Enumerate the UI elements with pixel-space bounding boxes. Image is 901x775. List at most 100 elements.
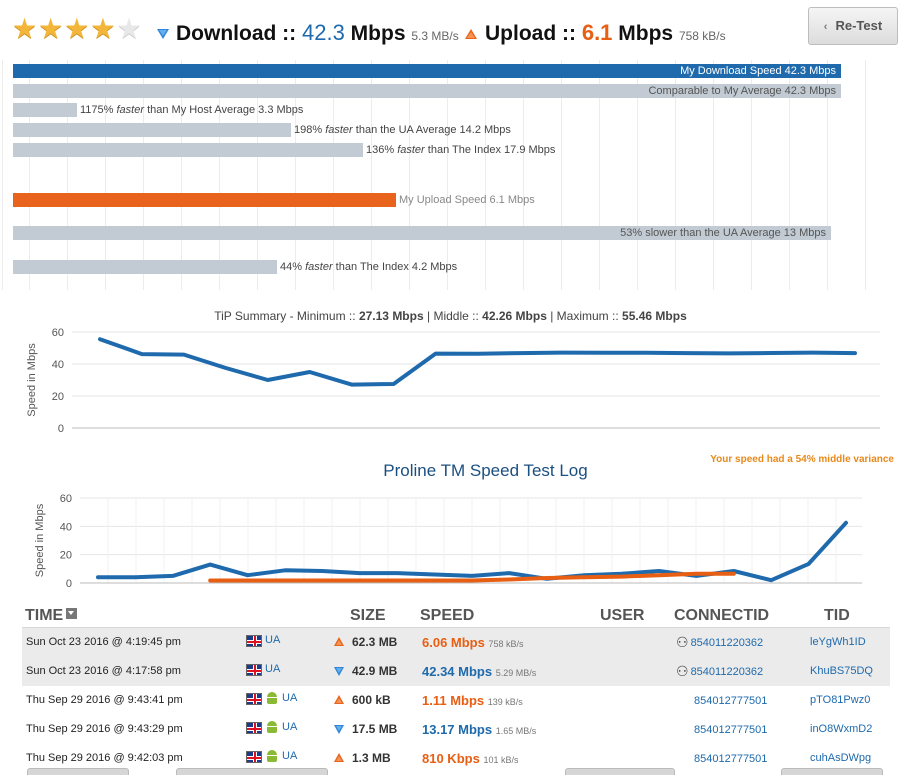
star-icon: ★ [12, 13, 38, 44]
download-value: 42.3 [302, 20, 345, 45]
y-tick-label: 0 [58, 423, 64, 435]
comparison-bars: My Download Speed 42.3 Mbps Comparable t… [0, 60, 901, 290]
download-bytes: 5.3 MB/s [411, 29, 459, 43]
header-time[interactable]: TIME [25, 607, 78, 625]
row-direction [333, 694, 345, 710]
tip-summary-chart: 0 20 40 60 Speed in Mbps [0, 322, 901, 442]
download-label: Download :: [176, 22, 297, 45]
header-user[interactable]: USER [600, 607, 644, 625]
row-tid[interactable]: pTO81Pwz0 [810, 694, 870, 707]
user-icon: ⚇ [676, 662, 689, 679]
footer-tab[interactable] [27, 768, 129, 775]
header-connectid[interactable]: CONNECTID [674, 607, 769, 625]
tip-summary-title: TiP Summary - Minimum :: 27.13 Mbps | Mi… [214, 309, 687, 323]
row-location: UA [246, 750, 297, 763]
row-speed: 42.34 Mbps 5.29 MB/s [422, 664, 537, 679]
row-speed: 6.06 Mbps 758 kB/s [422, 635, 524, 650]
row-size: 62.3 MB [352, 635, 398, 649]
y-tick-label: 60 [52, 327, 64, 339]
speed-log-svg: 0 20 40 60 Speed in Mbps [34, 493, 862, 590]
series-line [98, 337, 857, 387]
y-tick-label: 20 [60, 550, 72, 562]
rating-stars: ★ ★ ★ ★ ★ [12, 14, 142, 44]
header-tid[interactable]: TID [824, 607, 850, 625]
row-time: Sun Oct 23 2016 @ 4:17:58 pm [26, 665, 181, 677]
row-connectid[interactable]: ⚇ 854011220362 [676, 662, 763, 679]
download-bar-my: My Download Speed 42.3 Mbps [13, 64, 841, 78]
star-icon: ★ [64, 13, 90, 44]
row-country[interactable]: UA [282, 692, 297, 705]
footer-tab[interactable] [176, 768, 328, 775]
table-row: Sun Oct 23 2016 @ 4:17:58 pm UA 42.9 MB 42.… [22, 657, 890, 686]
table-row: Thu Sep 29 2016 @ 9:43:29 pm UA 17.5 MB 13.… [22, 715, 890, 744]
row-tid[interactable]: inO8WxmD2 [810, 723, 872, 736]
upload-summary: Upload :: 6.1 Mbps 758 kB/s [485, 20, 726, 46]
bar-fill [13, 123, 291, 137]
row-bytes: 758 kB/s [488, 639, 524, 649]
upload-arrow-icon [334, 637, 344, 646]
row-time: Thu Sep 29 2016 @ 9:43:41 pm [26, 694, 183, 706]
row-location: UA [246, 721, 297, 734]
bar-label: 136% faster than The Index 17.9 Mbps [366, 144, 556, 156]
star-empty-icon: ★ [116, 13, 142, 44]
row-tid[interactable]: leYgWh1ID [810, 636, 866, 649]
row-speed: 13.17 Mbps 1.65 MB/s [422, 722, 537, 737]
table-row: Thu Sep 29 2016 @ 9:43:41 pm UA 600 kB 1.11… [22, 686, 890, 715]
y-axis-label: Speed in Mbps [34, 503, 46, 577]
row-country[interactable]: UA [265, 663, 280, 676]
bar-fill [13, 103, 77, 117]
uk-flag-icon [246, 692, 262, 705]
row-tid[interactable]: cuhAsDWpg [810, 752, 871, 765]
row-location: UA [246, 663, 280, 676]
row-direction [333, 723, 345, 739]
row-speed: 810 Kbps 101 kB/s [422, 751, 519, 766]
row-size: 17.5 MB [352, 722, 398, 736]
speed-log-chart: 0 20 40 60 Speed in Mbps [0, 488, 901, 598]
row-connectid[interactable]: ⚇ 854011220362 [676, 633, 763, 650]
row-location: UA [246, 692, 297, 705]
y-tick-label: 20 [52, 391, 64, 403]
upload-arrow-icon [465, 29, 477, 39]
row-country[interactable]: UA [265, 634, 280, 647]
download-arrow-icon [334, 667, 344, 676]
y-tick-label: 40 [52, 359, 64, 371]
download-arrow-icon [157, 29, 169, 39]
sort-dropdown-icon[interactable] [66, 608, 78, 619]
upload-bytes: 758 kB/s [678, 29, 726, 43]
bar-label: My Download Speed 42.3 Mbps [680, 65, 836, 77]
row-connectid[interactable]: 854012777501 [676, 749, 767, 766]
row-size: 1.3 MB [352, 751, 391, 765]
header-size[interactable]: SIZE [350, 607, 386, 625]
row-tid[interactable]: KhuBS75DQ [810, 665, 873, 678]
upload-arrow-icon [334, 753, 344, 762]
bar-label: 198% faster than the UA Average 14.2 Mbp… [294, 124, 511, 136]
footer-tab[interactable] [781, 768, 883, 775]
bar-label: Comparable to My Average 42.3 Mbps [648, 85, 836, 97]
bar-label: 53% slower than the UA Average 13 Mbps [620, 227, 826, 239]
upload-bar-index: 44% faster than The Index 4.2 Mbps [13, 260, 457, 274]
table-header: TIME SIZE SPEED USER CONNECTID TID [22, 604, 890, 628]
footer-tab[interactable] [565, 768, 675, 775]
row-bytes: 1.65 MB/s [495, 726, 537, 736]
tip-summary-svg: 0 20 40 60 Speed in Mbps [26, 327, 880, 435]
header-speed[interactable]: SPEED [420, 607, 474, 625]
results-header: ★ ★ ★ ★ ★ Download :: 42.3 Mbps 5.3 MB/s… [0, 0, 901, 60]
row-country[interactable]: UA [282, 750, 297, 763]
table-body: Sun Oct 23 2016 @ 4:19:45 pm UA 62.3 MB 6.0… [22, 628, 890, 773]
row-connectid[interactable]: 854012777501 [676, 691, 767, 708]
bar-label: My Upload Speed 6.1 Mbps [399, 194, 535, 206]
uk-flag-icon [246, 634, 262, 647]
download-arrow-icon [334, 725, 344, 734]
row-location: UA [246, 634, 280, 647]
y-tick-label: 0 [66, 578, 72, 590]
row-country[interactable]: UA [282, 721, 297, 734]
row-bytes: 5.29 MB/s [495, 668, 537, 678]
bar-fill [13, 143, 363, 157]
y-tick-label: 60 [60, 493, 72, 505]
bar-fill [13, 260, 277, 274]
retest-button[interactable]: ‹ Re-Test [808, 7, 898, 45]
row-size: 600 kB [352, 693, 391, 707]
android-icon [265, 721, 279, 734]
row-connectid[interactable]: 854012777501 [676, 720, 767, 737]
row-direction [333, 752, 345, 768]
